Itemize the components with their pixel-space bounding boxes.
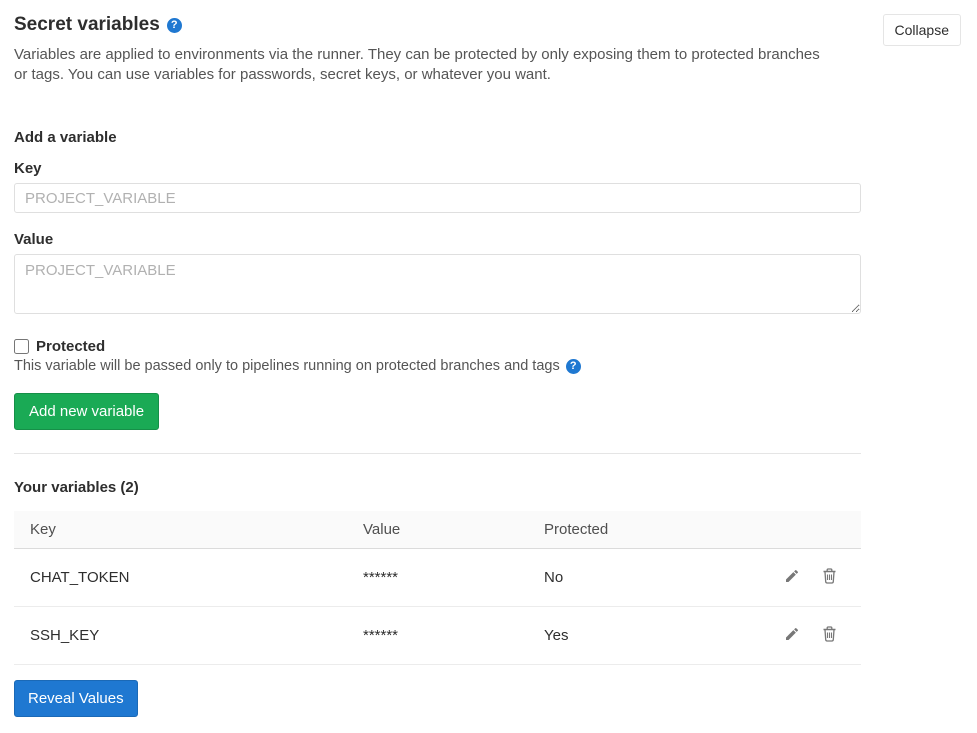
add-variable-form: Add a variable Key Value Protected This … [14, 129, 861, 717]
variables-table: Key Value Protected CHAT_TOKEN ****** No [14, 511, 861, 665]
value-label: Value [14, 231, 861, 248]
variable-protected-cell: No [528, 549, 751, 607]
protected-help-text: This variable will be passed only to pip… [14, 357, 560, 376]
collapse-button[interactable]: Collapse [883, 14, 961, 46]
protected-checkbox-row: Protected [14, 338, 861, 355]
delete-variable-button[interactable] [820, 624, 839, 647]
column-header-value: Value [347, 511, 528, 549]
add-new-variable-button[interactable]: Add new variable [14, 393, 159, 430]
edit-variable-button[interactable] [782, 566, 802, 589]
value-field-group: Value [14, 231, 861, 318]
add-variable-heading: Add a variable [14, 129, 861, 147]
delete-variable-button[interactable] [820, 566, 839, 589]
table-row: SSH_KEY ****** Yes [14, 607, 861, 665]
protected-help-icon[interactable]: ? [566, 359, 581, 374]
variable-actions-cell [751, 607, 861, 665]
column-header-actions [751, 511, 861, 549]
column-header-protected: Protected [528, 511, 751, 549]
protected-help-row: This variable will be passed only to pip… [14, 357, 861, 376]
section-header-text: Secret variables ? Variables are applied… [14, 14, 837, 85]
protected-label: Protected [36, 338, 105, 355]
variable-key-cell: CHAT_TOKEN [14, 549, 347, 607]
trash-icon [822, 572, 837, 587]
key-field-group: Key [14, 160, 861, 213]
pencil-icon [784, 630, 800, 645]
key-label: Key [14, 160, 861, 177]
edit-variable-button[interactable] [782, 624, 802, 647]
page-title-label: Secret variables [14, 14, 160, 36]
table-header-row: Key Value Protected [14, 511, 861, 549]
key-input[interactable] [14, 183, 861, 213]
variable-actions-cell [751, 549, 861, 607]
variable-value-cell: ****** [347, 607, 528, 665]
help-icon[interactable]: ? [167, 18, 182, 33]
reveal-values-button[interactable]: Reveal Values [14, 680, 138, 717]
table-row: CHAT_TOKEN ****** No [14, 549, 861, 607]
value-textarea[interactable] [14, 254, 861, 314]
trash-icon [822, 630, 837, 645]
section-header: Secret variables ? Variables are applied… [14, 14, 961, 85]
variable-protected-cell: Yes [528, 607, 751, 665]
pencil-icon [784, 572, 800, 587]
section-description: Variables are applied to environments vi… [14, 45, 837, 85]
protected-checkbox[interactable] [14, 339, 29, 354]
your-variables-heading: Your variables (2) [14, 479, 861, 497]
variable-value-cell: ****** [347, 549, 528, 607]
secret-variables-section: Secret variables ? Variables are applied… [0, 0, 977, 733]
column-header-key: Key [14, 511, 347, 549]
page-title: Secret variables ? [14, 14, 837, 36]
section-divider [14, 453, 861, 454]
variable-key-cell: SSH_KEY [14, 607, 347, 665]
